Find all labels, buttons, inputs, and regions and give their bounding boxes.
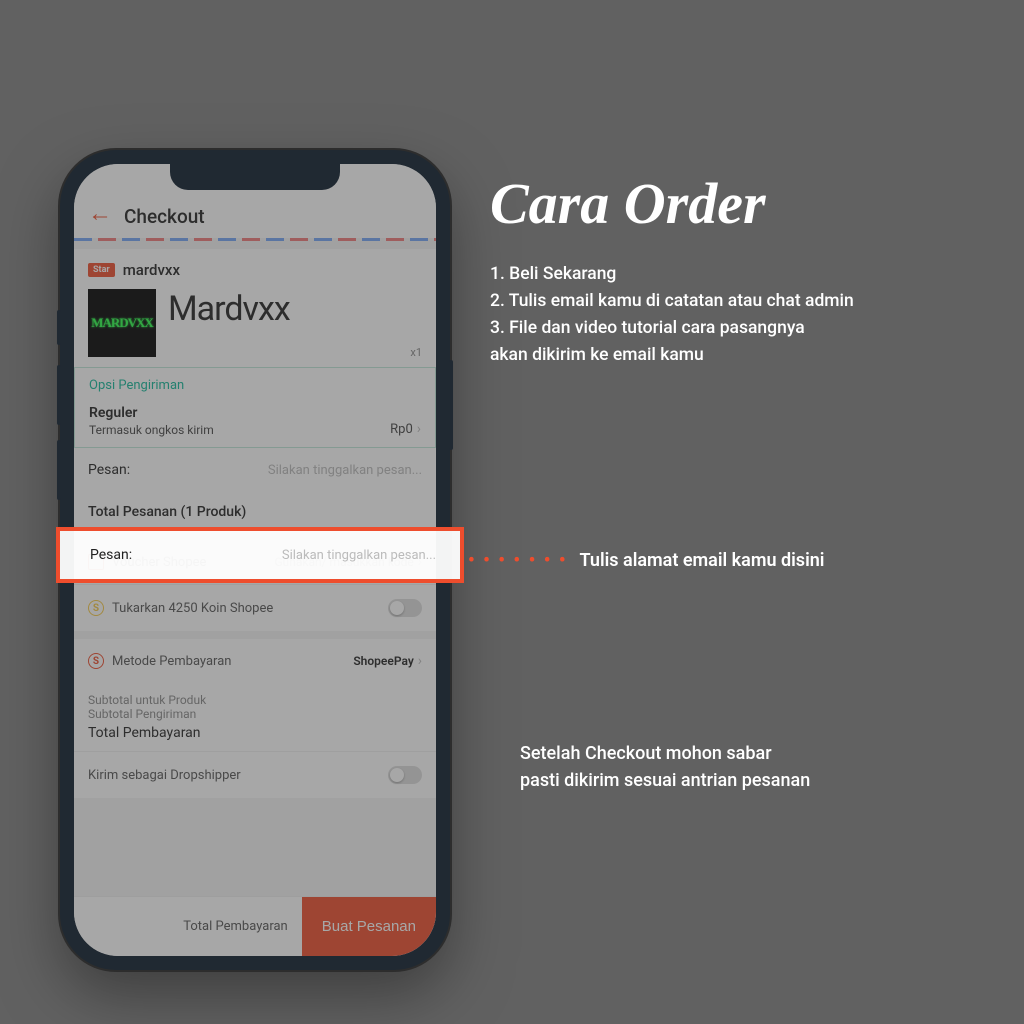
message-row[interactable]: Pesan: Silakan tinggalkan pesan...: [74, 448, 436, 492]
step-3b: akan dikirim ke email kamu: [490, 342, 984, 369]
message-highlight: Pesan: Silakan tinggalkan pesan...: [56, 527, 464, 583]
coin-row[interactable]: S Tukarkan 4250 Koin Shopee: [74, 584, 436, 631]
product-thumbnail: MARDVXX: [88, 289, 156, 357]
payment-icon: S: [88, 653, 104, 669]
chevron-right-icon: ›: [417, 421, 421, 437]
chevron-right-icon: ›: [418, 653, 422, 669]
payment-label: Metode Pembayaran: [112, 654, 231, 669]
payment-value: ShopeePay: [353, 654, 413, 668]
product-title: Mardvxx: [168, 289, 290, 329]
note-line-2: pasti dikirim sesuai antrian pesanan: [520, 767, 810, 794]
phone-button: [449, 360, 453, 450]
coin-label: Tukarkan 4250 Koin Shopee: [112, 601, 273, 616]
dotted-arrow-icon: • • • • • • •: [468, 550, 568, 571]
message-placeholder: Silakan tinggalkan pesan...: [282, 548, 436, 563]
shipping-section-title: Opsi Pengiriman: [89, 378, 421, 393]
page-title: Checkout: [124, 205, 205, 228]
order-total-row: Total Pesanan (1 Produk): [74, 492, 436, 532]
dropship-toggle[interactable]: [388, 766, 422, 784]
shipping-price: Rp0: [390, 422, 413, 437]
seller-section: Star mardvxx MARDVXX Mardvxx x1 Opsi Pen…: [74, 249, 436, 532]
coin-toggle[interactable]: [388, 599, 422, 617]
subtotal-shipping: Subtotal Pengiriman: [88, 707, 422, 721]
callout-text: Tulis alamat email kamu disini: [580, 550, 825, 571]
seller-badge: Star: [88, 263, 115, 277]
back-icon[interactable]: ←: [88, 199, 112, 228]
shipping-method: Reguler: [89, 405, 214, 421]
seller-name: mardvxx: [123, 261, 180, 279]
bottom-total-label: Total Pembayaran: [183, 919, 287, 934]
instructions-steps: 1. Beli Sekarang 2. Tulis email kamu di …: [490, 261, 984, 370]
create-order-button[interactable]: Buat Pesanan: [302, 897, 436, 956]
subtotal-product: Subtotal untuk Produk: [88, 693, 422, 707]
step-1: 1. Beli Sekarang: [490, 261, 984, 288]
dropship-row[interactable]: Kirim sebagai Dropshipper: [74, 751, 436, 798]
phone-notch: [170, 164, 340, 190]
step-3a: 3. File dan video tutorial cara pasangny…: [490, 315, 984, 342]
shipping-options[interactable]: Opsi Pengiriman Reguler Termasuk ongkos …: [74, 367, 436, 448]
message-label: Pesan:: [88, 462, 130, 478]
message-label: Pesan:: [90, 547, 132, 563]
step-2: 2. Tulis email kamu di catatan atau chat…: [490, 288, 984, 315]
phone-button: [57, 365, 61, 425]
product-qty: x1: [410, 346, 422, 359]
instructions-panel: Cara Order 1. Beli Sekarang 2. Tulis ema…: [490, 170, 984, 370]
dropship-label: Kirim sebagai Dropshipper: [88, 768, 241, 783]
subtotal-total: Total Pembayaran: [88, 725, 422, 741]
payment-section: S Metode Pembayaran ShopeePay › Subtotal…: [74, 639, 436, 798]
phone-button: [57, 310, 61, 345]
product-row[interactable]: MARDVXX Mardvxx x1: [74, 285, 436, 367]
shipping-sub: Termasuk ongkos kirim: [89, 423, 214, 437]
instructions-title: Cara Order: [490, 170, 984, 237]
subtotal-block: Subtotal untuk Produk Subtotal Pengirima…: [74, 683, 436, 751]
post-checkout-note: Setelah Checkout mohon sabar pasti dikir…: [520, 740, 810, 794]
payment-method-row[interactable]: S Metode Pembayaran ShopeePay ›: [74, 639, 436, 683]
note-line-1: Setelah Checkout mohon sabar: [520, 740, 810, 767]
address-divider: [74, 238, 436, 241]
message-placeholder: Silakan tinggalkan pesan...: [268, 463, 422, 478]
coin-icon: S: [88, 600, 104, 616]
callout: • • • • • • • Tulis alamat email kamu di…: [468, 550, 824, 571]
checkout-bottom-bar: Total Pembayaran Buat Pesanan: [74, 896, 436, 956]
phone-button: [57, 440, 61, 500]
